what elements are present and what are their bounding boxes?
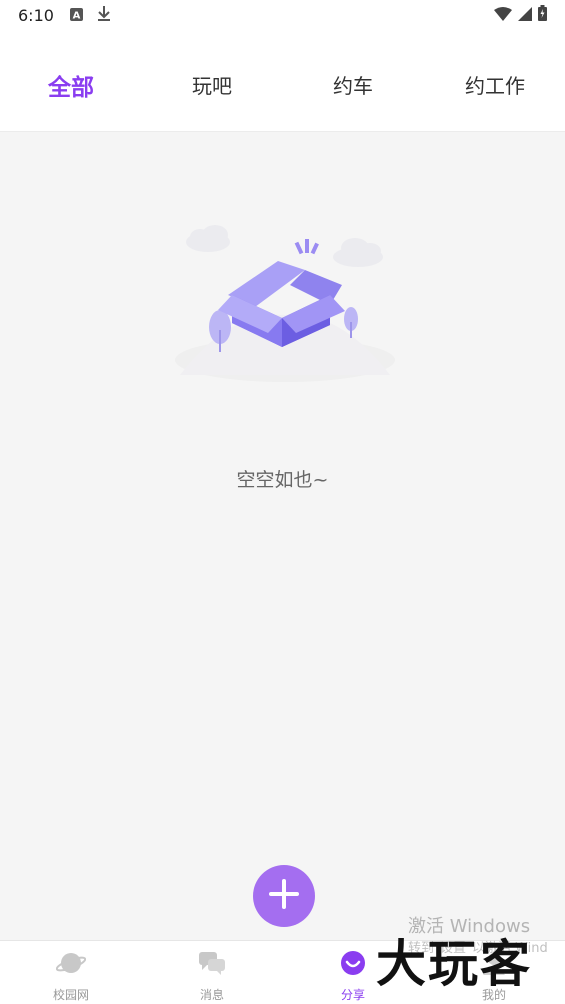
font-a-icon: A — [69, 6, 83, 25]
nav-messages[interactable]: 消息 — [162, 947, 262, 1003]
signal-icon — [518, 6, 532, 25]
planet-icon — [55, 947, 87, 979]
status-time: 6:10 — [18, 5, 54, 25]
tab-play[interactable]: 玩吧 — [157, 70, 267, 99]
chat-bubbles-icon — [196, 947, 228, 979]
add-post-button[interactable] — [253, 865, 315, 927]
svg-text:A: A — [73, 10, 81, 21]
nav-campus[interactable]: 校园网 — [21, 947, 121, 1003]
status-bar: 6:10 A — [0, 0, 565, 30]
download-icon — [97, 5, 111, 25]
category-tabs: 全部 玩吧 约车 约工作 — [0, 30, 565, 132]
empty-box-icon — [170, 215, 400, 385]
tab-ride[interactable]: 约车 — [298, 70, 408, 99]
empty-state-text: 空空如也~ — [236, 469, 329, 491]
nav-share-label: 分享 — [340, 988, 365, 1002]
site-logo-watermark: 大玩客 — [376, 935, 532, 993]
smile-icon — [337, 947, 369, 979]
nav-campus-label: 校园网 — [52, 988, 89, 1002]
plus-icon — [267, 877, 301, 915]
wifi-icon — [494, 6, 512, 25]
tab-job[interactable]: 约工作 — [440, 70, 550, 99]
nav-messages-label: 消息 — [199, 988, 224, 1002]
battery-icon — [538, 5, 547, 25]
tab-all[interactable]: 全部 — [16, 68, 126, 102]
